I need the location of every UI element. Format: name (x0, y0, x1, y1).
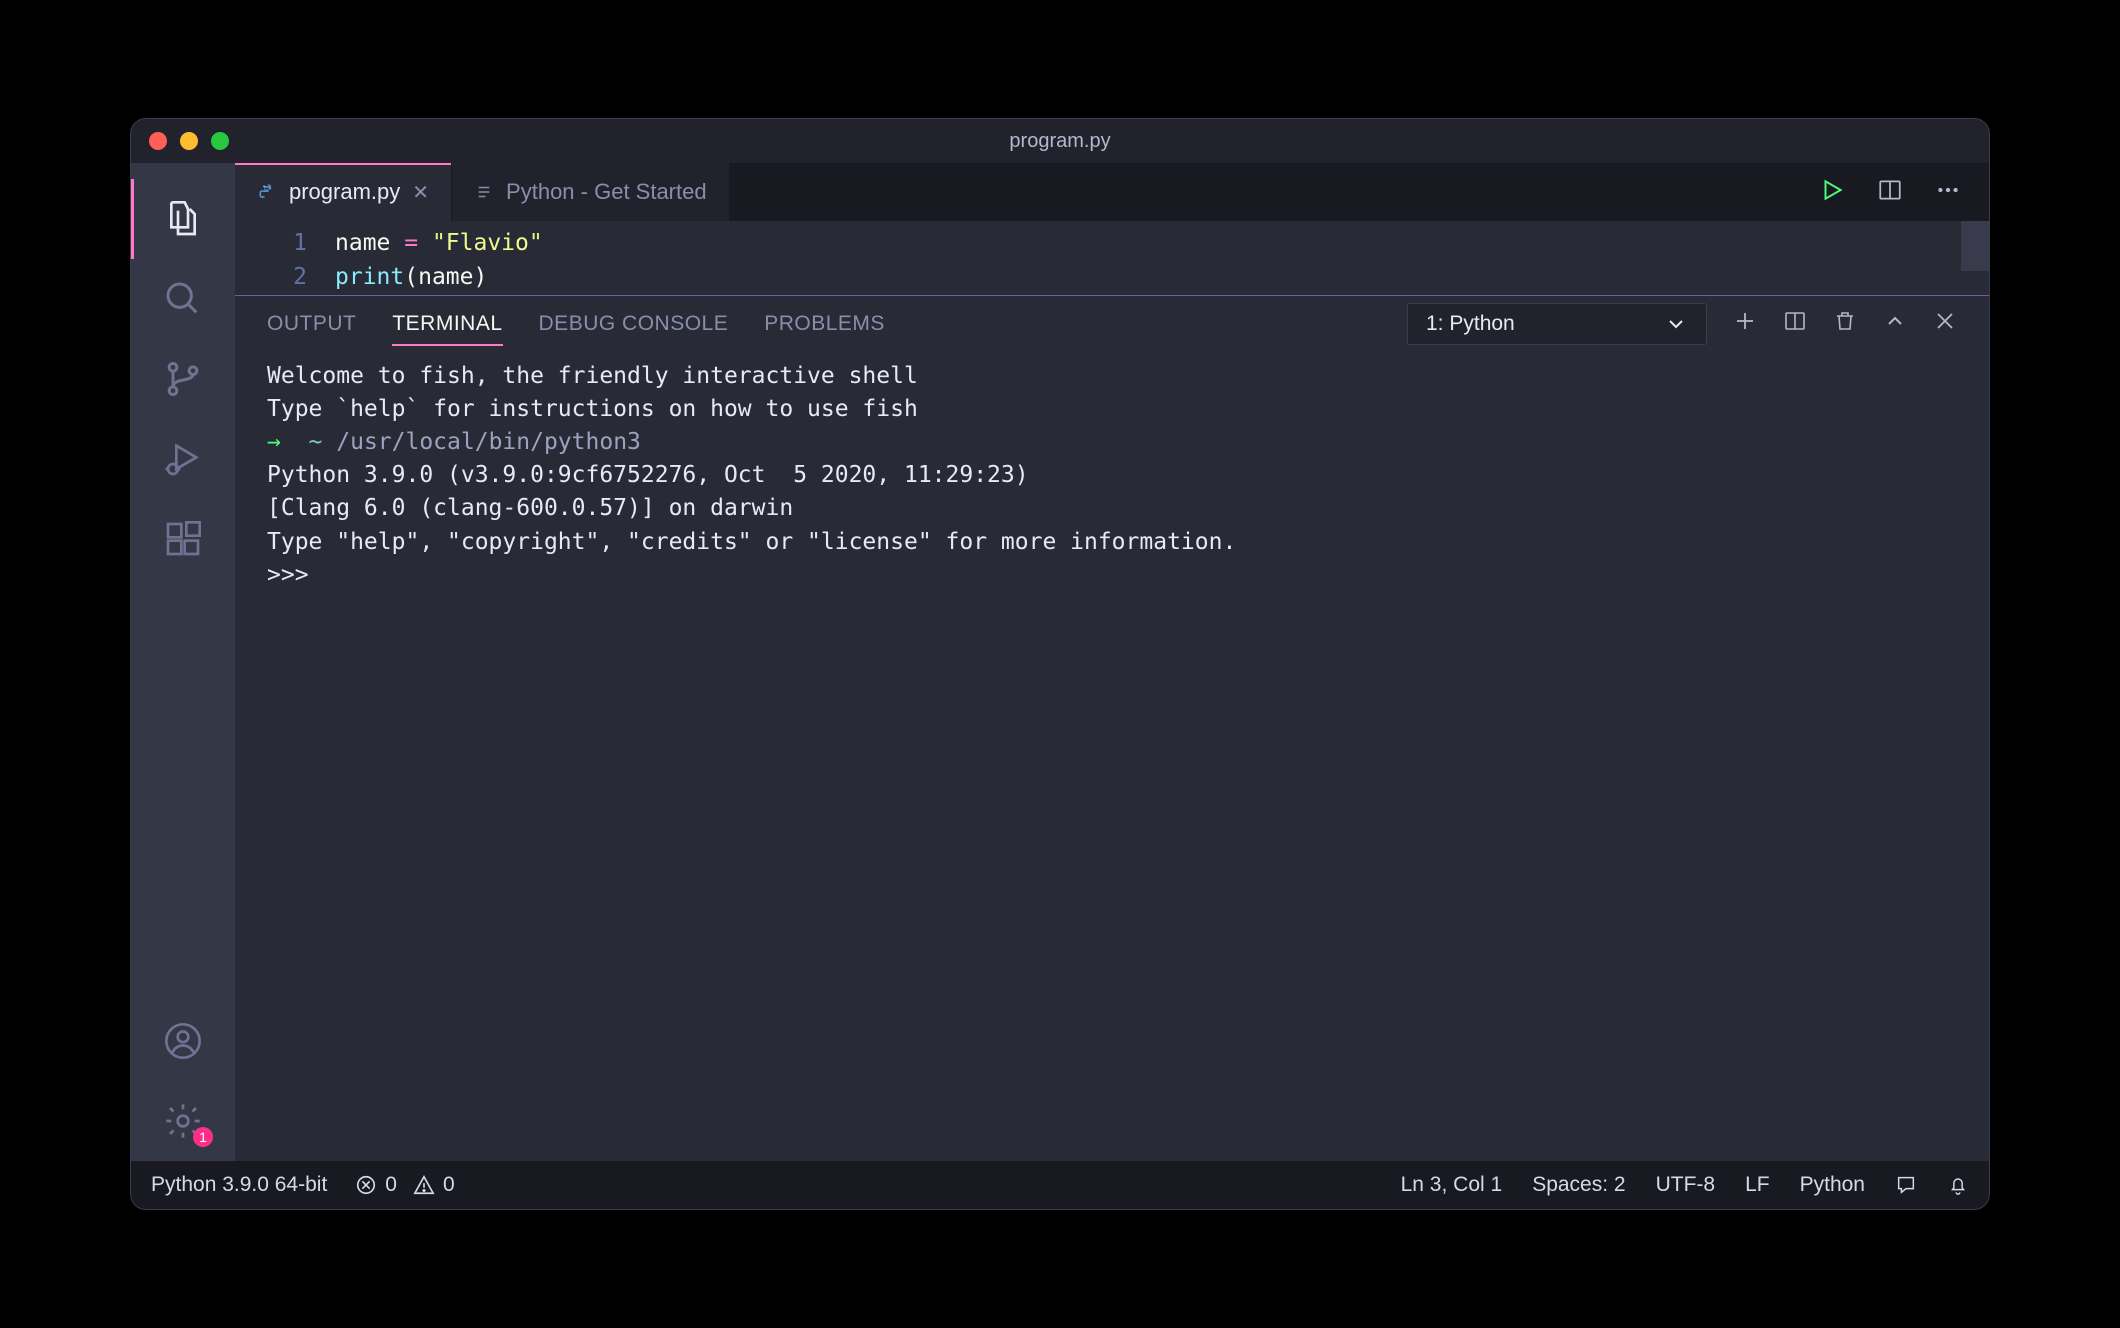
panel-tab-output[interactable]: OUTPUT (267, 298, 356, 350)
source-control-tab[interactable] (131, 339, 235, 419)
account-icon (163, 1021, 203, 1061)
extensions-icon (163, 519, 203, 559)
code-editor[interactable]: 1 2 name = "Flavio" print(name) (235, 221, 1989, 296)
list-icon (474, 182, 494, 202)
tab-label: Python - Get Started (506, 179, 707, 205)
status-notifications[interactable] (1947, 1174, 1969, 1196)
python-file-icon (257, 182, 277, 202)
prompt-tilde: ~ (281, 429, 336, 455)
chevron-down-icon (1664, 312, 1688, 336)
kill-terminal-button[interactable] (1833, 309, 1857, 339)
status-feedback[interactable] (1895, 1174, 1917, 1196)
play-bug-icon (163, 439, 203, 479)
panel-tabs: OUTPUT TERMINAL DEBUG CONSOLE PROBLEMS 1… (235, 296, 1989, 352)
warning-icon (413, 1174, 435, 1196)
files-icon (163, 199, 203, 239)
branch-icon (163, 359, 203, 399)
accounts-button[interactable] (131, 1001, 235, 1081)
bell-icon (1947, 1174, 1969, 1196)
terminal-select[interactable]: 1: Python (1407, 303, 1707, 345)
feedback-icon (1895, 1174, 1917, 1196)
panel-actions: 1: Python (1407, 303, 1957, 345)
run-button[interactable] (1819, 177, 1845, 208)
close-panel-button[interactable] (1933, 309, 1957, 339)
terminal-output[interactable]: Welcome to fish, the friendly interactiv… (235, 352, 1989, 1161)
line-number: 2 (235, 261, 307, 295)
window-title: program.py (131, 130, 1989, 153)
close-window-button[interactable] (149, 132, 167, 150)
run-debug-tab[interactable] (131, 419, 235, 499)
extensions-tab[interactable] (131, 499, 235, 579)
minimize-window-button[interactable] (180, 132, 198, 150)
maximize-window-button[interactable] (211, 132, 229, 150)
status-interpreter[interactable]: Python 3.9.0 64-bit (151, 1173, 327, 1197)
status-bar: Python 3.9.0 64-bit 0 0 Ln 3, Col 1 Spac… (131, 1161, 1989, 1209)
status-indent[interactable]: Spaces: 2 (1532, 1173, 1625, 1197)
editor-area: program.py ✕ Python - Get Started (235, 163, 1989, 1161)
terminal-command: /usr/local/bin/python3 (336, 429, 641, 455)
code-line: print(name) (335, 261, 1989, 295)
status-encoding[interactable]: UTF-8 (1656, 1173, 1716, 1197)
search-tab[interactable] (131, 259, 235, 339)
status-eol[interactable]: LF (1745, 1173, 1770, 1197)
main-area: 1 program.py ✕ Python - Get Started (131, 163, 1989, 1161)
line-gutter: 1 2 (235, 227, 335, 295)
close-icon (1933, 309, 1957, 333)
chevron-up-icon (1883, 309, 1907, 333)
settings-button[interactable]: 1 (131, 1081, 235, 1161)
activity-bar: 1 (131, 163, 235, 1161)
code-content[interactable]: name = "Flavio" print(name) (335, 227, 1989, 295)
search-icon (163, 279, 203, 319)
terminal-line: Python 3.9.0 (v3.9.0:9cf6752276, Oct 5 2… (267, 462, 1029, 488)
status-language[interactable]: Python (1800, 1173, 1865, 1197)
terminal-line: Type "help", "copyright", "credits" or "… (267, 529, 1236, 555)
play-icon (1819, 177, 1845, 203)
terminal-prompt: >>> (267, 562, 322, 588)
panel-tab-terminal[interactable]: TERMINAL (392, 298, 502, 350)
terminal-line: [Clang 6.0 (clang-600.0.57)] on darwin (267, 495, 793, 521)
trash-icon (1833, 309, 1857, 333)
status-cursor[interactable]: Ln 3, Col 1 (1401, 1173, 1503, 1197)
new-terminal-button[interactable] (1733, 309, 1757, 339)
line-number: 1 (235, 227, 307, 261)
tab-python-get-started[interactable]: Python - Get Started (452, 163, 730, 221)
tab-program-py[interactable]: program.py ✕ (235, 163, 452, 221)
split-editor-button[interactable] (1877, 177, 1903, 208)
plus-icon (1733, 309, 1757, 333)
split-icon (1877, 177, 1903, 203)
code-line: name = "Flavio" (335, 227, 1989, 261)
error-icon (355, 1174, 377, 1196)
settings-badge: 1 (193, 1127, 213, 1147)
panel-tab-debug-console[interactable]: DEBUG CONSOLE (539, 298, 729, 350)
editor-tabs: program.py ✕ Python - Get Started (235, 163, 1989, 221)
editor-actions (1819, 163, 1989, 221)
titlebar: program.py (131, 119, 1989, 163)
terminal-line: Welcome to fish, the friendly interactiv… (267, 363, 918, 389)
vscode-window: program.py 1 (130, 118, 1990, 1210)
minimap[interactable] (1961, 221, 1989, 271)
terminal-line: Type `help` for instructions on how to u… (267, 396, 918, 422)
status-problems[interactable]: 0 0 (355, 1173, 454, 1197)
split-icon (1783, 309, 1807, 333)
split-terminal-button[interactable] (1783, 309, 1807, 339)
prompt-arrow: → (267, 429, 281, 455)
ellipsis-icon (1935, 177, 1961, 203)
panel-tab-problems[interactable]: PROBLEMS (764, 298, 885, 350)
traffic-lights (131, 132, 229, 150)
more-actions-button[interactable] (1935, 177, 1961, 208)
terminal-select-label: 1: Python (1426, 312, 1515, 336)
panel: OUTPUT TERMINAL DEBUG CONSOLE PROBLEMS 1… (235, 296, 1989, 1161)
close-tab-icon[interactable]: ✕ (412, 180, 429, 205)
maximize-panel-button[interactable] (1883, 309, 1907, 339)
explorer-tab[interactable] (131, 179, 235, 259)
tab-label: program.py (289, 179, 400, 205)
